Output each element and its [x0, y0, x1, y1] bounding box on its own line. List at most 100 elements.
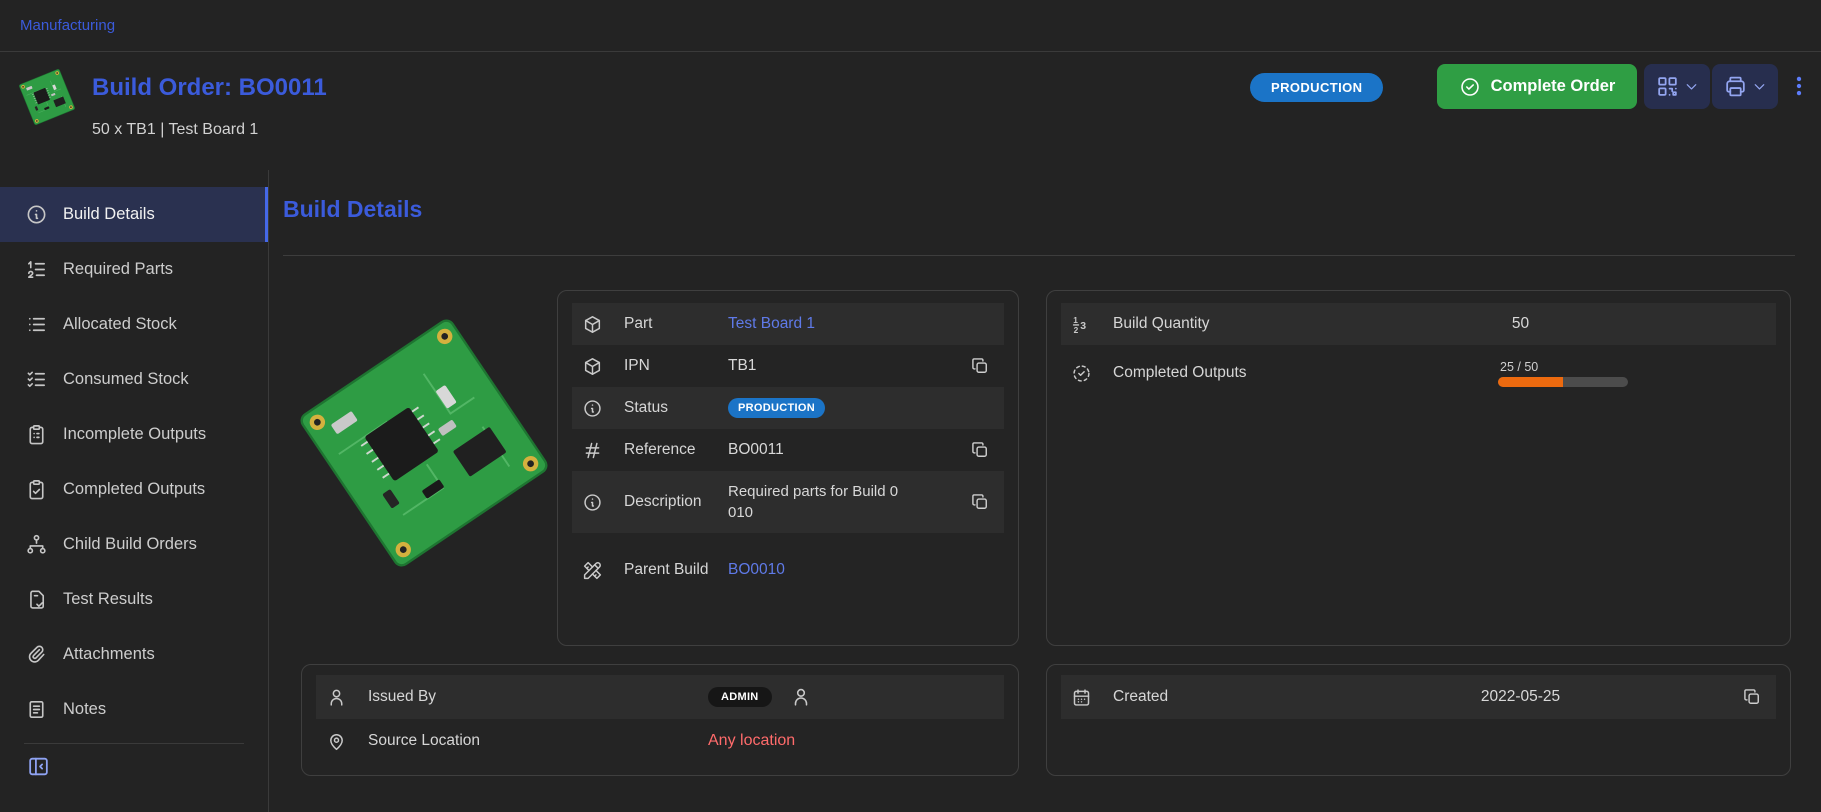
detail-row-value: PRODUCTION — [728, 398, 994, 418]
detail-row-label: Issued By — [368, 686, 708, 708]
detail-row-value: TB1 — [728, 357, 970, 375]
info-circle-icon — [25, 203, 48, 226]
map-pin-icon — [326, 731, 347, 752]
value-text: TB1 — [728, 357, 756, 375]
user-icon — [790, 686, 812, 708]
detail-row-source-location: Source LocationAny location — [316, 719, 1004, 763]
detail-row-label: Completed Outputs — [1113, 362, 1413, 384]
progress-fill — [1498, 377, 1563, 387]
sidebar-item-attachments[interactable]: Attachments — [0, 627, 268, 682]
sidebar-item-consumed-stock[interactable]: Consumed Stock — [0, 352, 268, 407]
detail-row-label: Source Location — [368, 730, 708, 752]
heading-divider — [283, 255, 1795, 256]
svg-text:3: 3 — [1080, 319, 1086, 331]
build-details-panel: Build Details PartTest Board 1 IPNTB1Stat… — [269, 170, 1821, 812]
svg-text:1: 1 — [1073, 315, 1078, 325]
user-icon — [326, 687, 347, 708]
detail-row-icon-cell — [582, 356, 624, 377]
user-badge: ADMIN — [708, 687, 772, 707]
sidebar-item-required-parts[interactable]: Required Parts — [0, 242, 268, 297]
box-icon — [582, 314, 603, 335]
detail-row-reference: ReferenceBO0011 — [572, 429, 1004, 471]
sidebar-item-test-results[interactable]: Test Results — [0, 572, 268, 627]
sidebar-item-incomplete-outputs[interactable]: Incomplete Outputs — [0, 407, 268, 462]
sidebar-divider — [24, 743, 244, 744]
printer-icon — [1723, 74, 1748, 99]
copy-button[interactable] — [970, 490, 994, 514]
copy-icon — [970, 356, 990, 376]
detail-row-value: ADMIN — [708, 686, 994, 708]
list-check-icon — [25, 368, 48, 391]
page-title: Build Order: BO0011 — [92, 74, 327, 102]
breadcrumb-link-manufacturing[interactable]: Manufacturing — [20, 17, 115, 34]
panel-heading: Build Details — [283, 196, 422, 223]
sidebar-item-label: Completed Outputs — [63, 480, 205, 499]
created-details-card: Created2022-05-25 — [1046, 664, 1791, 776]
value-text: BO0011 — [728, 441, 784, 459]
sidebar-item-allocated-stock[interactable]: Allocated Stock — [0, 297, 268, 352]
sidebar-item-label: Allocated Stock — [63, 315, 177, 334]
link-bo0010[interactable]: BO0010 — [728, 561, 785, 579]
page-subtitle: 50 x TB1 | Test Board 1 — [92, 121, 258, 139]
part-thumbnail-image[interactable] — [22, 72, 72, 122]
detail-row-value: 25 / 50 — [1413, 360, 1628, 387]
copy-button[interactable] — [970, 354, 994, 378]
progress-bar: 25 / 50 — [1498, 360, 1628, 387]
detail-row-status: StatusPRODUCTION — [572, 387, 1004, 429]
detail-row-label: Part — [624, 313, 728, 335]
detail-row-value: BO0010 — [728, 561, 994, 579]
sidebar-collapse-icon — [26, 754, 51, 779]
detail-row-icon-cell — [1071, 687, 1113, 708]
detail-row-icon-cell — [326, 731, 368, 752]
value-text: Required parts for Build 0010 — [728, 481, 906, 523]
detail-row-value: Any location — [708, 732, 994, 750]
dots-vertical-icon — [1786, 70, 1812, 102]
list-numbers-icon — [25, 258, 48, 281]
complete-order-button[interactable]: Complete Order — [1437, 64, 1637, 109]
detail-row-value: 50 — [1413, 315, 1628, 333]
detail-row-icon-cell — [582, 440, 624, 461]
sidebar-item-build-details[interactable]: Build Details — [0, 187, 268, 242]
sidebar-item-completed-outputs[interactable]: Completed Outputs — [0, 462, 268, 517]
page-header: Build Order: BO0011 50 x TB1 | Test Boar… — [0, 52, 1821, 170]
more-actions-button[interactable] — [1782, 68, 1816, 106]
detail-row-icon-cell — [326, 687, 368, 708]
part-image[interactable] — [299, 300, 549, 585]
value-text: 50 — [1512, 315, 1529, 333]
quantity-details-card: 123Build Quantity50 Completed Outputs 25 /… — [1046, 290, 1791, 646]
complete-order-label: Complete Order — [1491, 77, 1616, 96]
detail-row-completed-outputs: Completed Outputs 25 / 50 — [1061, 345, 1776, 401]
sidebar-item-label: Incomplete Outputs — [63, 425, 206, 444]
barcode-actions-button[interactable] — [1644, 64, 1710, 109]
copy-button[interactable] — [970, 438, 994, 462]
detail-row-value: Required parts for Build 0010 — [728, 481, 970, 523]
detail-row-value: Test Board 1 — [728, 315, 994, 333]
sidebar-item-child-build-orders[interactable]: Child Build Orders — [0, 517, 268, 572]
value-text: 2022-05-25 — [1481, 688, 1560, 706]
copy-button[interactable] — [1742, 685, 1766, 709]
detail-row-created: Created2022-05-25 — [1061, 675, 1776, 719]
detail-row-value: BO0011 — [728, 441, 970, 459]
detail-row-label: Description — [624, 491, 728, 513]
list-icon — [25, 313, 48, 336]
copy-icon — [970, 492, 990, 512]
sidebar: Build DetailsRequired Parts Allocated Sto… — [0, 170, 269, 812]
detail-row-ipn: IPNTB1 — [572, 345, 1004, 387]
detail-row-icon-cell: 123 — [1071, 314, 1113, 335]
print-actions-button[interactable] — [1712, 64, 1778, 109]
circle-check-icon — [1459, 76, 1481, 98]
link-test-board-1[interactable]: Test Board 1 — [728, 315, 815, 333]
detail-row-icon-cell — [582, 314, 624, 335]
sidebar-item-label: Notes — [63, 700, 106, 719]
calendar-icon — [1071, 687, 1092, 708]
sidebar-item-notes[interactable]: Notes — [0, 682, 268, 737]
part-details-card: PartTest Board 1IPNTB1StatusPRODUCTIONRe… — [557, 290, 1019, 646]
detail-row-icon-cell — [582, 492, 624, 513]
value-text: Any location — [708, 732, 795, 750]
collapse-sidebar-button[interactable] — [26, 754, 51, 782]
progress-check-icon — [1071, 363, 1092, 384]
detail-row-icon-cell — [582, 398, 624, 419]
detail-row-build-quantity: 123Build Quantity50 — [1061, 303, 1776, 345]
issue-details-card: Issued ByADMIN Source LocationAny locatio… — [301, 664, 1019, 776]
detail-row-parent-build: Parent BuildBO0010 — [572, 533, 1004, 607]
